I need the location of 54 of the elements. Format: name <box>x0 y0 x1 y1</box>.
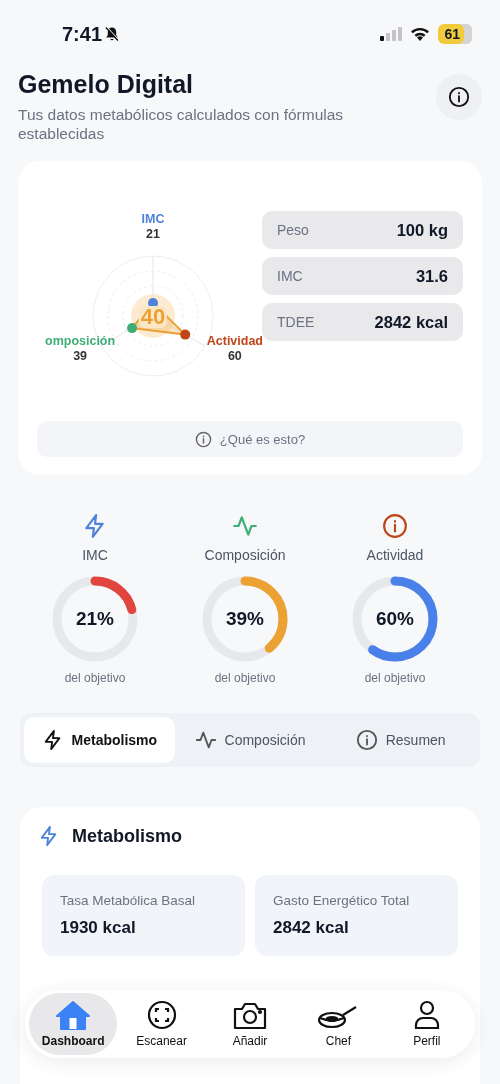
metric-label: Gasto Energético Total <box>273 893 411 908</box>
nav-item[interactable]: Escanear <box>117 993 206 1055</box>
info-icon <box>355 729 378 751</box>
axis-label: IMC <box>141 212 165 227</box>
page-title: Gemelo Digital <box>18 70 195 99</box>
wifi-icon <box>410 26 431 42</box>
ring-caption: del objetivo <box>64 671 126 685</box>
ring-caption: del objetivo <box>214 671 276 685</box>
stat-label: Peso <box>277 222 309 238</box>
radar-center-value: 40 <box>138 306 168 328</box>
section-title: Metabolismo <box>72 825 182 847</box>
metric-value: 1930 kcal <box>60 918 137 938</box>
info-icon <box>194 430 212 448</box>
axis-value: 60 <box>227 349 242 364</box>
page-subtitle: Tus datos metabólicos calculados con fórmulas establecidas <box>18 105 345 143</box>
signal-icon <box>380 27 403 41</box>
nav-item[interactable]: Dashboard <box>29 993 118 1055</box>
metric-label: Tasa Metabólica Basal <box>60 893 197 908</box>
person-icon <box>412 1000 441 1030</box>
info-icon <box>382 513 408 539</box>
ring-percent: 60% <box>376 608 414 630</box>
nav-item[interactable]: Perfil <box>382 993 472 1055</box>
axis-label: Actividad <box>206 334 263 349</box>
status-time: 7:41 <box>62 22 103 46</box>
stat-value: 2842 kcal <box>374 312 448 332</box>
nav-item[interactable]: Añadir <box>205 993 295 1055</box>
pulse-icon <box>194 729 217 751</box>
tab[interactable]: Metabolismo <box>24 717 175 763</box>
info-icon <box>448 86 470 108</box>
camera-icon <box>233 1002 267 1030</box>
metric-value: 2842 kcal <box>273 918 350 938</box>
tab[interactable]: Resumen <box>325 717 476 763</box>
home-icon <box>56 1000 91 1030</box>
battery-indicator: 61 <box>438 24 472 44</box>
ring-label: Actividad <box>366 547 424 563</box>
stat-value: 31.6 <box>415 266 448 286</box>
help-button[interactable]: ¿Qué es esto? <box>37 421 463 457</box>
ring-percent: 21% <box>76 608 114 630</box>
tab[interactable]: Composición <box>174 717 326 763</box>
ring-percent: 39% <box>226 608 264 630</box>
scan-icon <box>146 1000 177 1030</box>
stat-label: IMC <box>277 268 303 284</box>
pulse-icon <box>232 513 258 539</box>
ring-caption: del objetivo <box>364 671 426 685</box>
ring-label: Composición <box>204 547 286 563</box>
axis-value: 39 <box>73 349 88 364</box>
muted-bell-icon <box>104 26 121 42</box>
ring-label: IMC <box>82 547 108 563</box>
axis-value: 21 <box>146 227 160 242</box>
nav-item[interactable]: Chef <box>294 993 383 1055</box>
axis-label: omposición <box>45 334 116 349</box>
stat-label: TDEE <box>277 314 315 330</box>
stat-value: 100 kg <box>396 220 448 240</box>
info-button[interactable] <box>436 74 482 120</box>
